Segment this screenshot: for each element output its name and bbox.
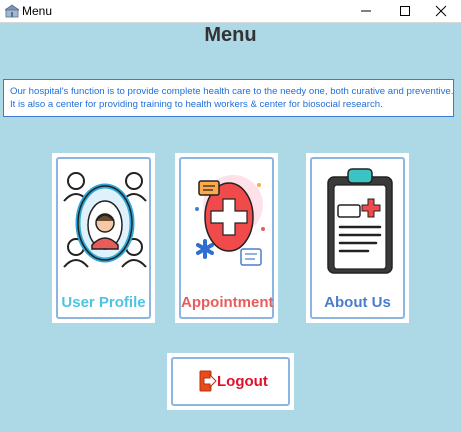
logout-button[interactable]: Logout [167,353,294,410]
user-profile-card-frame: User Profile [56,157,151,319]
logout-icon [199,370,217,392]
clipboard-icon [327,168,393,274]
user-profile-button[interactable]: User Profile [52,153,155,323]
user-network-icon [63,172,147,268]
appointment-button[interactable]: Appointment [175,153,278,323]
logout-button-frame: Logout [171,357,290,406]
about-us-label: About Us [324,294,391,311]
logout-label: Logout [217,373,268,390]
about-us-card-frame: About Us [310,157,405,319]
window-title: Menu [22,4,53,18]
page-title: Menu [204,24,257,46]
description-box: Our hospital's function is to provide co… [3,79,454,117]
minimize-button[interactable] [349,0,383,22]
maximize-button[interactable] [388,0,422,22]
description-line-2: It is also a center for providing traini… [10,99,383,110]
about-us-button[interactable]: About Us [306,153,409,323]
minimize-icon [361,10,371,12]
hospital-app-icon [3,4,21,18]
appointment-label: Appointment [181,294,274,311]
user-profile-label: User Profile [61,294,146,311]
close-button[interactable] [424,0,458,22]
appointment-card-frame: Appointment [179,157,274,319]
medical-cross-icon [195,175,265,266]
maximize-icon [400,6,410,16]
close-icon [435,5,447,17]
description-line-1: Our hospital's function is to provide co… [10,86,454,97]
window-titlebar: Menu [0,0,461,23]
